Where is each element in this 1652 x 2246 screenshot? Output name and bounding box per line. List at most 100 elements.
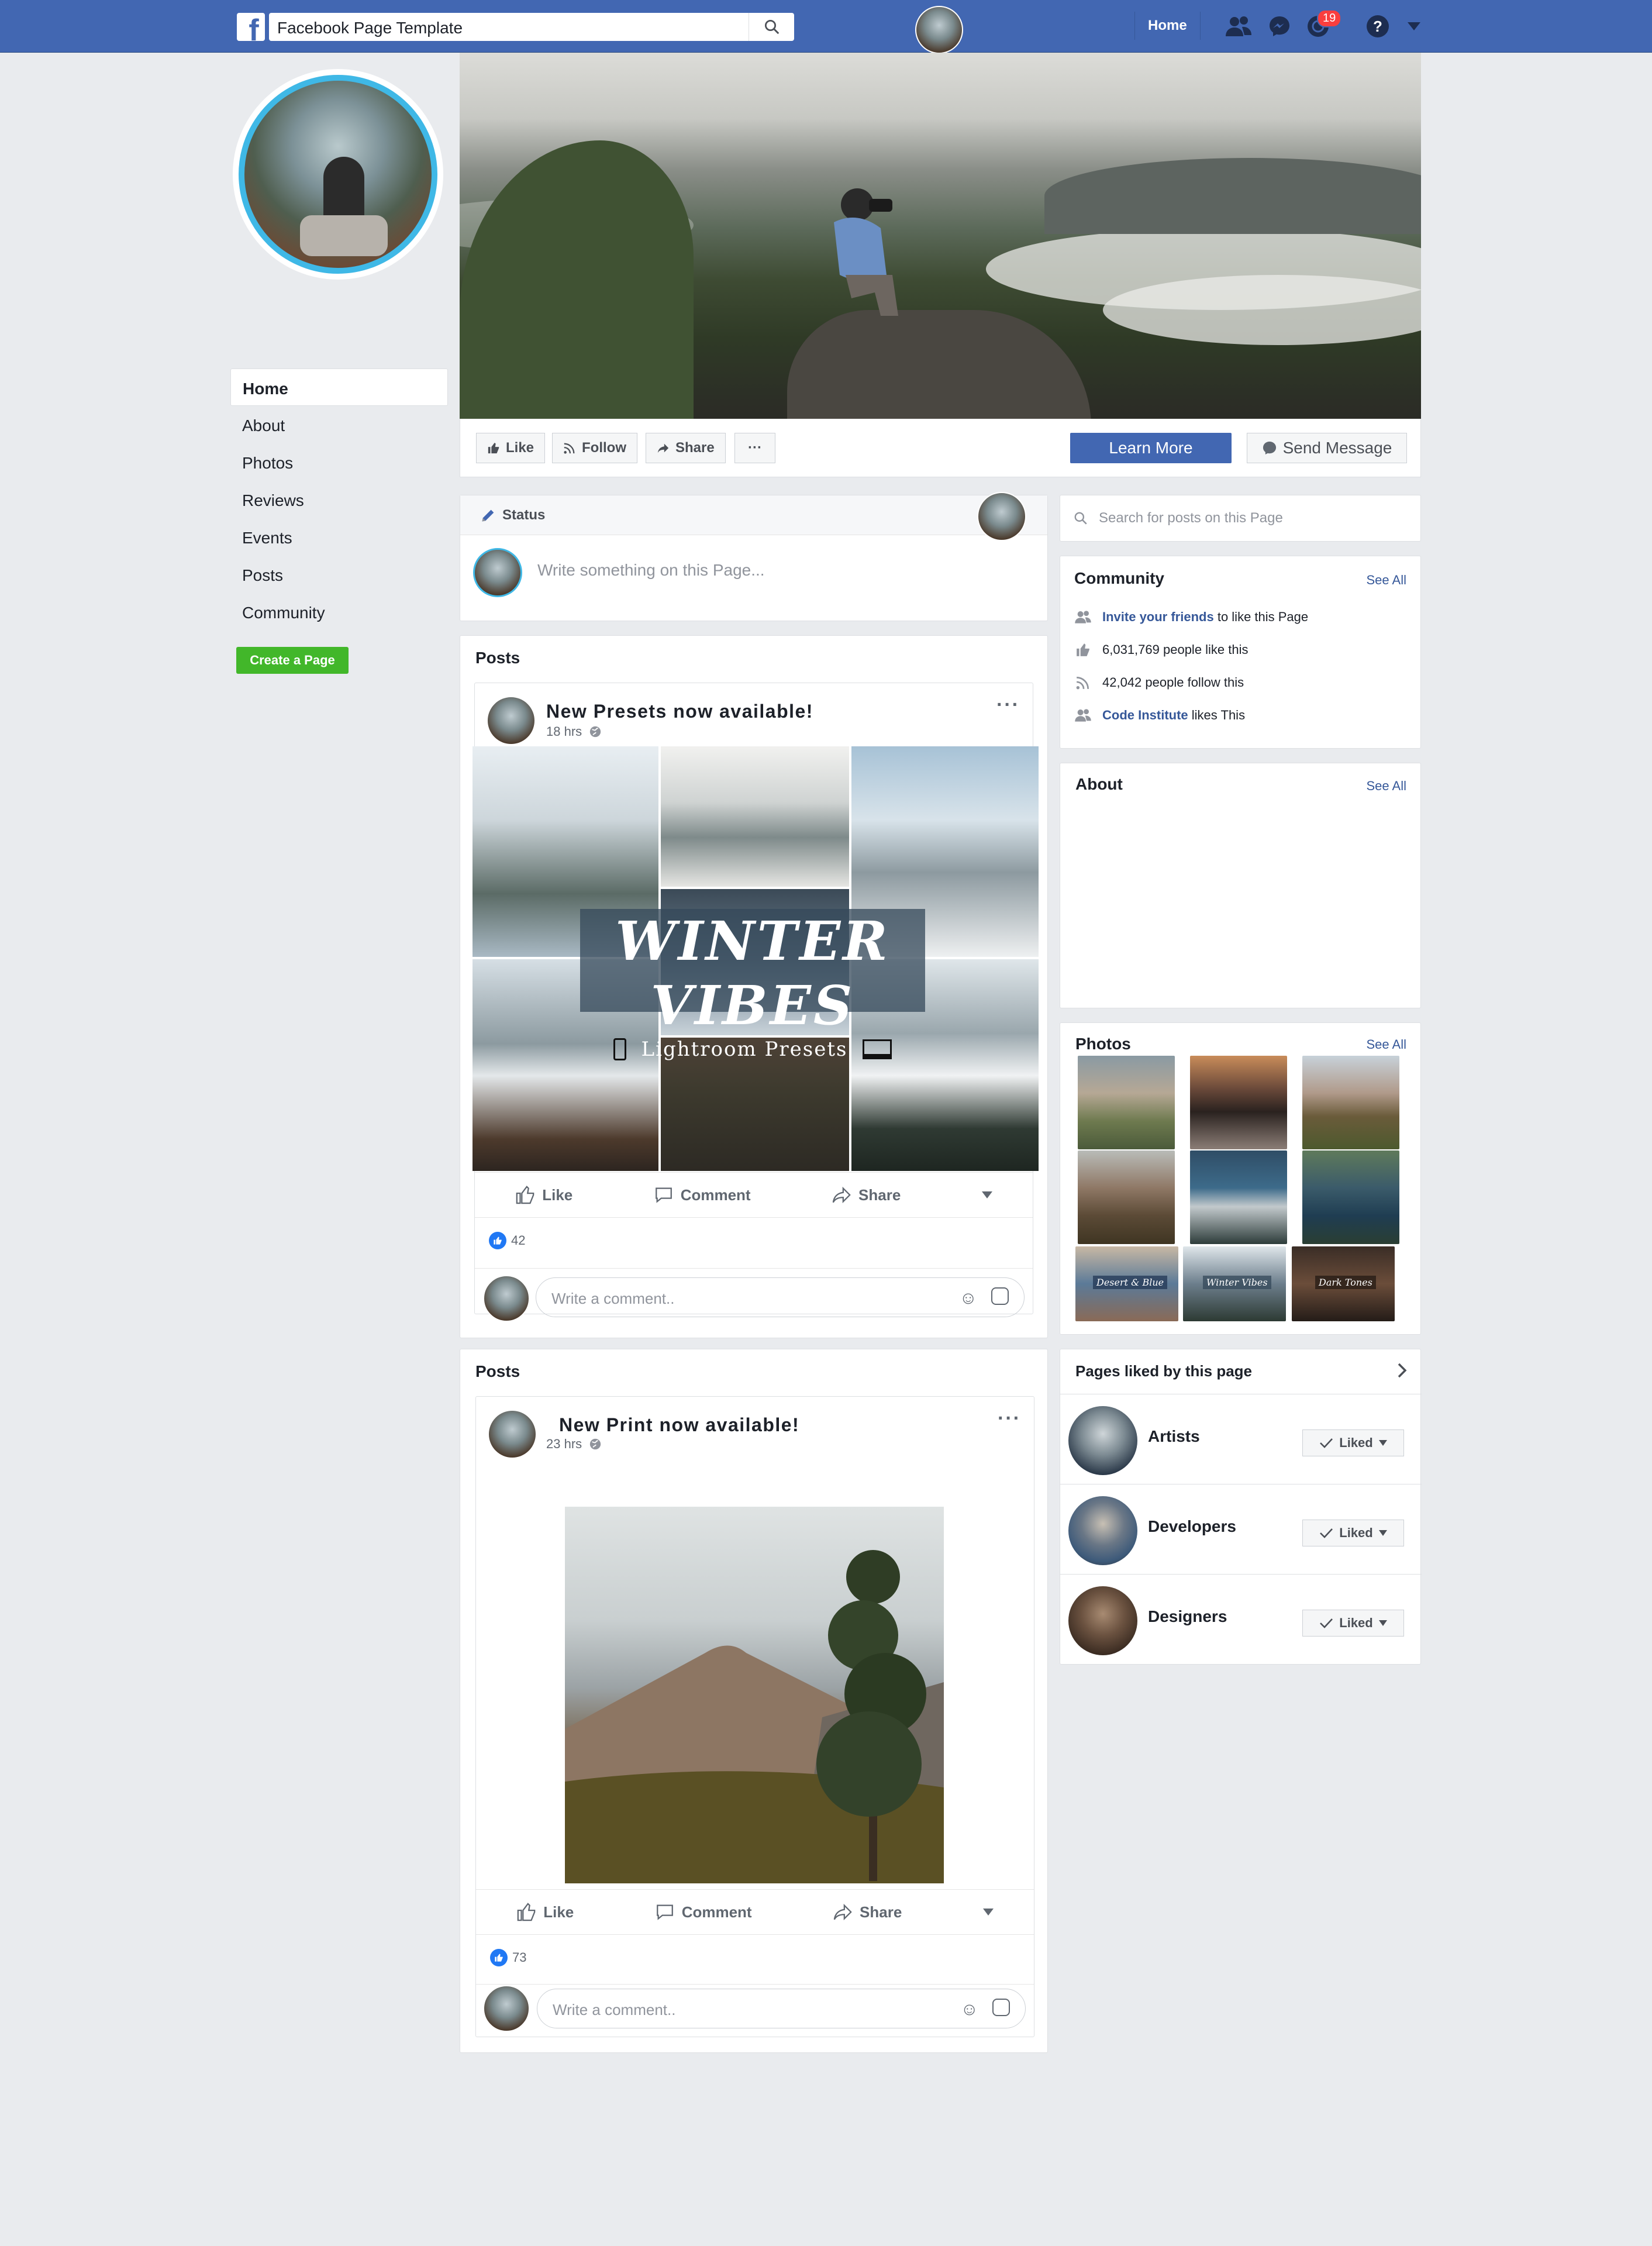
learn-more-button[interactable]: Learn More (1070, 433, 1232, 463)
nav-item-posts[interactable]: Posts (230, 556, 448, 593)
top-home-link[interactable]: Home (1134, 12, 1201, 40)
search-input[interactable]: Facebook Page Template (269, 13, 794, 41)
community-title: Community (1074, 569, 1164, 587)
preset-thumb-desert-blue[interactable]: Desert & Blue (1075, 1246, 1178, 1321)
post-options-icon[interactable]: ··· (996, 694, 1020, 716)
overlay-subtitle-row: Lightroom Presets (580, 1038, 925, 1061)
post-like-button[interactable]: Like (515, 1185, 572, 1205)
comment-input[interactable]: Write a comment.. ☺ (536, 1277, 1025, 1317)
nav-item-events[interactable]: Events (230, 518, 448, 556)
post-comment-button[interactable]: Comment (655, 1902, 752, 1922)
nav-item-home[interactable]: Home (230, 368, 448, 406)
help-icon[interactable]: ? (1361, 10, 1394, 43)
community-invite-row: Invite your friends to like this Page (1074, 601, 1408, 633)
photo-thumb[interactable] (1078, 1150, 1175, 1244)
about-see-all-link[interactable]: See All (1367, 778, 1407, 794)
post-options-icon[interactable]: ··· (998, 1407, 1021, 1430)
post-like-button[interactable]: Like (516, 1902, 574, 1922)
page-follow-button[interactable]: Follow (552, 433, 637, 463)
facebook-logo-icon[interactable]: f (237, 13, 265, 41)
comment-input[interactable]: Write a comment.. ☺ (537, 1989, 1026, 2028)
chevron-right-icon[interactable] (1397, 1362, 1408, 1382)
code-institute-link[interactable]: Code Institute (1102, 708, 1188, 722)
post-image-mountain-print[interactable] (565, 1507, 944, 1883)
post-audience-caret-icon[interactable] (982, 1909, 994, 1916)
nav-item-photos[interactable]: Photos (230, 443, 448, 481)
comment-icon (656, 1904, 673, 1920)
caret-down-icon (1378, 1530, 1387, 1536)
messenger-icon[interactable] (1263, 10, 1296, 43)
nav-item-community[interactable]: Community (230, 593, 448, 631)
post-share-button[interactable]: Share (832, 1185, 901, 1205)
more-dots-icon: ··· (748, 440, 762, 456)
nav-item-about[interactable]: About (230, 406, 448, 443)
page-more-button[interactable]: ··· (734, 433, 775, 463)
liked-dropdown-button[interactable]: Liked (1302, 1520, 1404, 1546)
caret-down-icon[interactable] (1398, 10, 1430, 43)
emoji-icon[interactable]: ☺ (959, 1289, 977, 1308)
create-page-button[interactable]: Create a Page (236, 647, 349, 674)
page-post-search[interactable]: Search for posts on this Page (1060, 495, 1421, 542)
preset-thumb-dark-tones[interactable]: Dark Tones (1292, 1246, 1395, 1321)
preset-thumb-winter-vibes[interactable]: Winter Vibes (1183, 1246, 1286, 1321)
cover-photo[interactable] (460, 53, 1421, 419)
post-actions: Like Comment Share (476, 1889, 1034, 1935)
sticker-icon[interactable] (991, 1287, 1009, 1305)
status-tab[interactable]: Status (460, 495, 1047, 535)
left-page-navigation: Home About Photos Reviews Events Posts C… (230, 368, 448, 631)
profile-photo-image (239, 75, 437, 274)
like-count-icon (1077, 643, 1089, 656)
liked-page-name[interactable]: Artists (1148, 1427, 1200, 1446)
status-input[interactable]: Write something on this Page... (537, 561, 765, 580)
commenter-avatar (483, 1985, 530, 2032)
preset-caption: Dark Tones (1315, 1276, 1376, 1289)
post-share-button[interactable]: Share (833, 1902, 902, 1922)
page-follow-label: Follow (582, 440, 626, 456)
page-like-button[interactable]: Like (476, 433, 546, 463)
post-like-count[interactable]: 73 (490, 1949, 526, 1966)
photo-thumb[interactable] (1190, 1150, 1287, 1244)
emoji-icon[interactable]: ☺ (960, 2000, 978, 2020)
post-audience-caret-icon[interactable] (981, 1191, 992, 1198)
search-icon (1074, 512, 1087, 525)
post-author-avatar[interactable] (488, 1410, 537, 1459)
liked-page-row[interactable]: Designers Liked (1060, 1574, 1422, 1664)
photo-thumb[interactable] (1302, 1056, 1399, 1149)
liked-dropdown-button[interactable]: Liked (1302, 1610, 1404, 1637)
community-likes-text: 6,031,769 people like this (1102, 642, 1249, 657)
sticker-icon[interactable] (992, 1999, 1010, 2016)
photos-see-all-link[interactable]: See All (1367, 1037, 1407, 1052)
photo-thumb[interactable] (1078, 1056, 1175, 1149)
liked-page-name[interactable]: Developers (1148, 1517, 1236, 1536)
post-comment-button[interactable]: Comment (654, 1185, 751, 1205)
post-like-count[interactable]: 42 (489, 1232, 525, 1249)
send-message-button[interactable]: Send Message (1247, 433, 1407, 463)
friends-icon[interactable] (1222, 10, 1255, 43)
about-title: About (1075, 775, 1123, 793)
top-profile-avatar[interactable] (915, 6, 963, 54)
community-see-all-link[interactable]: See All (1367, 573, 1407, 588)
page-share-button[interactable]: Share (646, 433, 726, 463)
share-arrow-icon (657, 443, 669, 453)
invite-friends-link[interactable]: Invite your friends (1102, 609, 1214, 624)
photos-title: Photos (1075, 1035, 1131, 1053)
post-share-label: Share (860, 1903, 902, 1921)
post-timestamp[interactable]: 18 hrs (546, 724, 602, 739)
liked-dropdown-button[interactable]: Liked (1302, 1429, 1404, 1456)
comment-divider (476, 1984, 1034, 1985)
nav-item-reviews[interactable]: Reviews (230, 481, 448, 518)
community-follows-row: 42,042 people follow this (1074, 666, 1408, 699)
liked-page-row[interactable]: Developers Liked (1060, 1484, 1422, 1574)
post-timestamp[interactable]: 23 hrs (546, 1437, 602, 1452)
search-icon[interactable] (749, 13, 794, 41)
liked-page-row[interactable]: Artists Liked (1060, 1394, 1422, 1484)
post-like-label: Like (543, 1903, 574, 1921)
follow-rss-icon (1076, 676, 1089, 690)
photo-thumb[interactable] (1302, 1150, 1399, 1244)
profile-picture[interactable] (233, 69, 443, 280)
liked-page-name[interactable]: Designers (1148, 1607, 1227, 1626)
photo-thumb[interactable] (1190, 1056, 1287, 1149)
post-image-collage[interactable]: Winter Vibes Lightroom Presets (473, 746, 1039, 1171)
post-author-avatar[interactable] (487, 696, 536, 745)
send-message-label: Send Message (1282, 439, 1392, 457)
